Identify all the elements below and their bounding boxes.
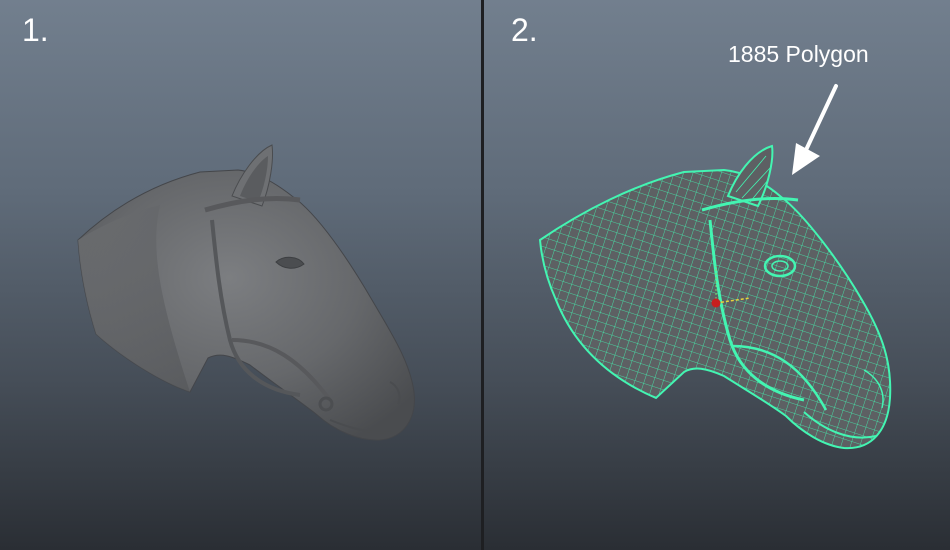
viewport-2[interactable]: 2. 1885 Polygon xyxy=(484,0,950,550)
pivot-point[interactable] xyxy=(711,298,721,308)
annotation-arrow-icon xyxy=(792,84,838,175)
viewport-panel-layout: 1. 2. 1885 Polygon xyxy=(0,0,950,550)
wire-mesh xyxy=(540,170,891,449)
horse-head-wireframe-model[interactable] xyxy=(484,0,950,550)
horse-head-shaded-model[interactable] xyxy=(0,0,481,550)
viewport-1[interactable]: 1. xyxy=(0,0,481,550)
